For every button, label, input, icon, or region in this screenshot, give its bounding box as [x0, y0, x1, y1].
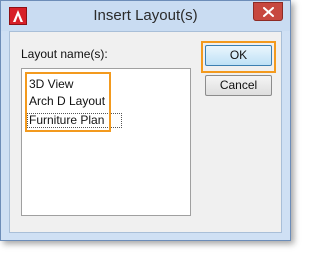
layout-name-label: Layout name(s):: [21, 47, 108, 61]
list-item[interactable]: Arch D Layout: [29, 93, 105, 109]
title-bar[interactable]: Insert Layout(s): [1, 1, 290, 31]
cancel-button[interactable]: Cancel: [205, 75, 272, 96]
layout-list[interactable]: 3D View Arch D Layout Furniture Plan: [21, 68, 191, 216]
dialog-body: Layout name(s): 3D View Arch D Layout Fu…: [9, 31, 282, 233]
list-item-selected[interactable]: Furniture Plan: [29, 112, 104, 128]
close-button[interactable]: [253, 2, 283, 21]
insert-layouts-dialog: Insert Layout(s) Layout name(s): 3D View…: [0, 0, 291, 241]
close-icon: [263, 7, 274, 17]
window-title: Insert Layout(s): [93, 7, 198, 24]
ok-button[interactable]: OK: [205, 45, 272, 66]
list-item[interactable]: 3D View: [29, 76, 73, 92]
